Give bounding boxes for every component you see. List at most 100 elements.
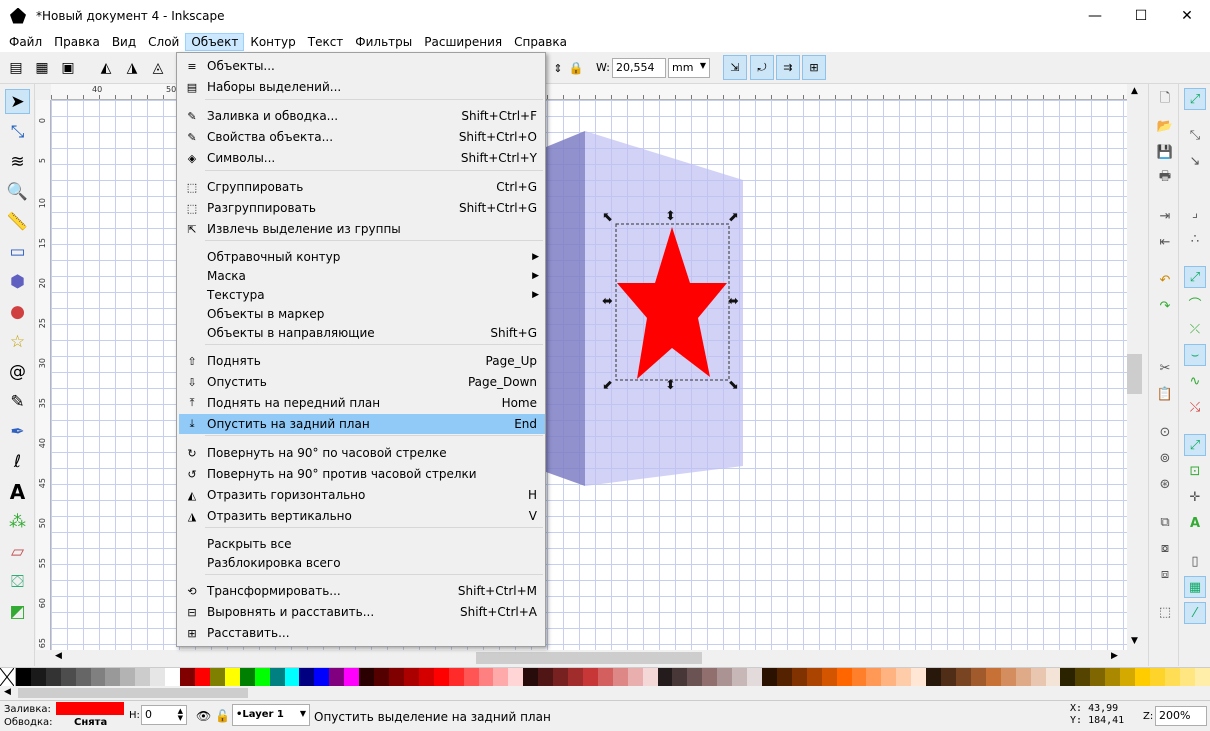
color-swatch[interactable] bbox=[314, 668, 330, 686]
unlink-clone-icon[interactable]: ⧈ bbox=[1154, 563, 1176, 585]
scale-handle-w-icon[interactable]: ⬌ bbox=[602, 295, 613, 308]
color-swatch[interactable] bbox=[403, 668, 419, 686]
scale-corners-button[interactable]: ⤾ bbox=[750, 55, 774, 80]
color-swatch[interactable] bbox=[702, 668, 718, 686]
object-menu-item[interactable]: ⇧ Поднять Page_Up bbox=[179, 351, 545, 371]
object-menu-item[interactable]: ⬚ Разгруппировать Shift+Ctrl+G bbox=[179, 198, 545, 218]
menu-layer[interactable]: Слой bbox=[142, 33, 185, 51]
object-menu-item[interactable]: ⊟ Выровнять и расставить... Shift+Ctrl+A bbox=[179, 602, 545, 622]
color-swatch[interactable] bbox=[269, 668, 285, 686]
object-menu-item[interactable]: Раскрыть все bbox=[179, 534, 545, 554]
color-swatch[interactable] bbox=[821, 668, 837, 686]
snap-midpoint-icon[interactable]: ⤯ bbox=[1184, 396, 1206, 418]
deselect-icon[interactable]: ▣ bbox=[58, 58, 78, 78]
color-swatch[interactable] bbox=[762, 668, 777, 686]
snap-bbox-edge-icon[interactable]: ↘ bbox=[1184, 150, 1206, 172]
node-tool-icon[interactable]: ⤡ bbox=[5, 119, 30, 144]
snap-bbox-midpoint-icon[interactable]: ∴ bbox=[1184, 228, 1206, 250]
move-gradients-button[interactable]: ⇉ bbox=[776, 55, 800, 80]
color-swatch[interactable] bbox=[15, 668, 31, 686]
color-swatch[interactable] bbox=[448, 668, 464, 686]
color-swatch[interactable] bbox=[374, 668, 389, 686]
eye-icon[interactable]: 👁 bbox=[196, 709, 211, 723]
color-swatch[interactable] bbox=[60, 668, 76, 686]
color-swatch[interactable] bbox=[344, 668, 360, 686]
object-menu-item[interactable]: ◮ Отразить вертикально V bbox=[179, 506, 545, 526]
layer-lock-icon[interactable]: 🔓 bbox=[215, 709, 230, 723]
color-swatch[interactable] bbox=[523, 668, 539, 686]
spray-tool-icon[interactable]: ⁂ bbox=[5, 509, 30, 534]
color-swatch[interactable] bbox=[881, 668, 897, 686]
color-swatch[interactable] bbox=[90, 668, 106, 686]
group-cmd-icon[interactable]: ⬚ bbox=[1154, 601, 1176, 623]
scale-handle-sw-icon[interactable]: ⬋ bbox=[602, 379, 613, 392]
horizontal-scroll-thumb[interactable] bbox=[476, 652, 702, 664]
color-swatch[interactable] bbox=[508, 668, 524, 686]
select-all-icon[interactable]: ▤ bbox=[6, 58, 26, 78]
color-swatch[interactable] bbox=[627, 668, 643, 686]
snap-toggle-icon[interactable]: ⤢ bbox=[1184, 88, 1206, 110]
color-swatch[interactable] bbox=[1164, 668, 1180, 686]
color-swatch[interactable] bbox=[1045, 668, 1061, 686]
snap-smooth-icon[interactable]: ∿ bbox=[1184, 370, 1206, 392]
color-swatch[interactable] bbox=[30, 668, 46, 686]
zoom-input[interactable]: 200% bbox=[1155, 706, 1207, 726]
color-swatch[interactable] bbox=[1149, 668, 1165, 686]
spin-arrows-icon[interactable]: ⇕ bbox=[548, 58, 568, 78]
box-side-face[interactable] bbox=[546, 131, 585, 486]
object-menu-item[interactable]: Разблокировка всего bbox=[179, 553, 545, 573]
snap-bbox-corner-icon[interactable]: ⌟ bbox=[1184, 202, 1206, 224]
layer-select[interactable]: •Layer 1 ▼ bbox=[232, 704, 310, 726]
color-swatch[interactable] bbox=[224, 668, 240, 686]
pencil-tool-icon[interactable]: ✎ bbox=[5, 389, 30, 414]
color-swatch[interactable] bbox=[1030, 668, 1046, 686]
color-swatch[interactable] bbox=[926, 668, 942, 686]
snap-path-icon[interactable]: ⌒ bbox=[1184, 292, 1206, 314]
color-swatch[interactable] bbox=[1000, 668, 1016, 686]
color-swatch[interactable] bbox=[284, 668, 300, 686]
paste-icon[interactable]: 📋 bbox=[1154, 383, 1176, 405]
snap-grid-icon[interactable]: ▦ bbox=[1184, 576, 1206, 598]
object-menu-item[interactable]: Объекты в направляющие Shift+G bbox=[179, 323, 545, 343]
redo-icon[interactable]: ↷ bbox=[1154, 295, 1176, 317]
color-swatch[interactable] bbox=[553, 668, 569, 686]
color-swatch[interactable] bbox=[717, 668, 733, 686]
color-swatch[interactable] bbox=[672, 668, 688, 686]
fill-swatch[interactable] bbox=[56, 702, 124, 715]
color-swatch[interactable] bbox=[806, 668, 822, 686]
save-icon[interactable]: 💾 bbox=[1154, 141, 1176, 163]
snap-cusp-icon[interactable]: ⌣ bbox=[1184, 344, 1206, 366]
zoom-tool-icon[interactable]: 🔍 bbox=[5, 179, 30, 204]
menu-object[interactable]: Объект bbox=[185, 32, 245, 51]
object-menu-item[interactable]: ↺ Повернуть на 90° против часовой стрелки bbox=[179, 464, 545, 484]
scroll-left-icon[interactable]: ◀ bbox=[55, 651, 62, 661]
maximize-button[interactable]: ☐ bbox=[1118, 0, 1164, 31]
object-menu-item[interactable]: ⟲ Трансформировать... Shift+Ctrl+M bbox=[179, 581, 545, 601]
pen-tool-icon[interactable]: ✒ bbox=[5, 419, 30, 444]
gradient-tool-icon[interactable]: ◩ bbox=[5, 599, 30, 624]
3dbox-tool-icon[interactable]: ⬢ bbox=[5, 269, 30, 294]
color-swatch[interactable] bbox=[657, 668, 673, 686]
object-menu-item[interactable]: Текстура ▶ bbox=[179, 285, 545, 305]
color-swatch[interactable] bbox=[612, 668, 628, 686]
palette-scroll-thumb[interactable] bbox=[18, 688, 248, 698]
color-swatch[interactable] bbox=[433, 668, 449, 686]
spiral-tool-icon[interactable]: @ bbox=[5, 359, 30, 384]
menu-help[interactable]: Справка bbox=[508, 33, 573, 51]
color-swatch[interactable] bbox=[165, 668, 181, 686]
object-menu-item[interactable]: ◈ Символы... Shift+Ctrl+Y bbox=[179, 148, 545, 168]
color-swatch[interactable] bbox=[538, 668, 554, 686]
snap-others-icon[interactable]: ⤢ bbox=[1184, 434, 1206, 456]
object-menu-item[interactable]: ⇩ Опустить Page_Down bbox=[179, 372, 545, 392]
color-swatch[interactable] bbox=[329, 668, 345, 686]
scroll-right-icon[interactable]: ▶ bbox=[1111, 651, 1118, 661]
rotate-ccw-tool-icon[interactable]: ◭ bbox=[96, 58, 116, 78]
object-menu-item[interactable]: Объекты в маркер bbox=[179, 304, 545, 324]
opacity-input[interactable]: 0 ▲ ▼ bbox=[141, 705, 187, 725]
snap-nodes-icon[interactable]: ⤢ bbox=[1184, 266, 1206, 288]
new-document-icon[interactable]: 🗋 bbox=[1154, 89, 1176, 111]
export-icon[interactable]: ⇤ bbox=[1154, 231, 1176, 253]
color-swatch[interactable] bbox=[418, 668, 434, 686]
color-swatch[interactable] bbox=[299, 668, 315, 686]
clone-icon[interactable]: ⧇ bbox=[1154, 537, 1176, 559]
